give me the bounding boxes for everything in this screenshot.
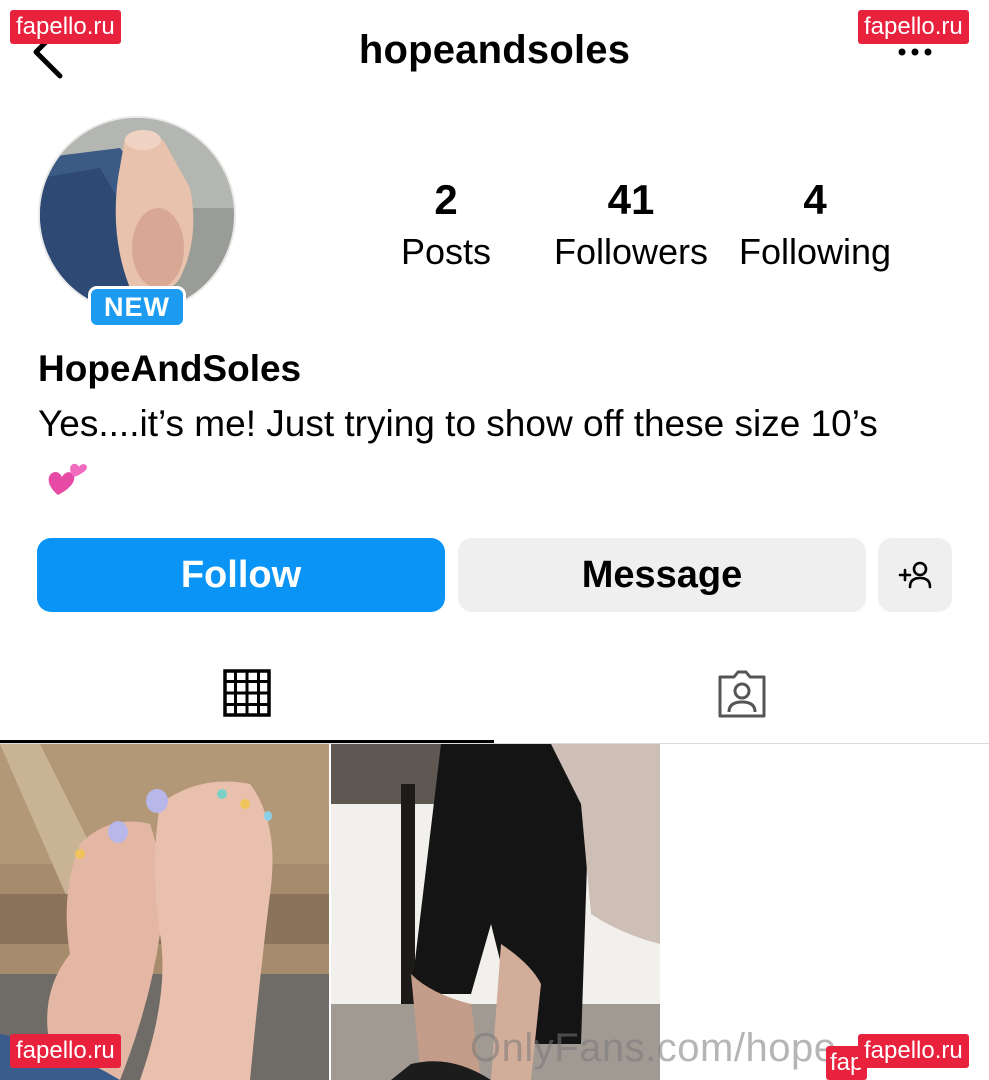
follow-button[interactable]: Follow bbox=[37, 538, 445, 612]
stat-posts[interactable]: 2 Posts bbox=[346, 172, 546, 276]
stat-posts-value: 2 bbox=[434, 176, 458, 223]
onlyfans-watermark: OnlyFans.com/hope... bbox=[470, 1026, 872, 1070]
bio-text: Yes....it’s me! Just trying to show off … bbox=[38, 403, 878, 444]
new-badge: NEW bbox=[88, 286, 186, 328]
stat-followers-value: 41 bbox=[607, 176, 655, 223]
tab-tagged[interactable] bbox=[494, 650, 988, 743]
stat-following-label: Following bbox=[738, 231, 892, 272]
stat-posts-label: Posts bbox=[400, 231, 492, 272]
grid-icon bbox=[223, 669, 271, 717]
profile-tabs bbox=[0, 650, 989, 744]
stat-following[interactable]: 4 Following bbox=[715, 172, 915, 276]
bio: Yes....it’s me! Just trying to show off … bbox=[38, 398, 938, 502]
site-watermark: fapello.ru bbox=[858, 10, 969, 44]
post-thumbnail[interactable] bbox=[0, 744, 329, 1080]
tagged-person-icon bbox=[718, 670, 766, 718]
profile-stats: 2 Posts 41 Followers 4 Following bbox=[0, 172, 989, 282]
stat-followers-label: Followers bbox=[553, 231, 709, 272]
add-user-icon bbox=[898, 561, 932, 589]
message-button[interactable]: Message bbox=[458, 538, 866, 612]
tab-posts-grid[interactable] bbox=[0, 650, 494, 743]
site-watermark: fapello.ru bbox=[858, 1034, 969, 1068]
stat-followers[interactable]: 41 Followers bbox=[531, 172, 731, 276]
profile-header: hopeandsoles bbox=[0, 0, 989, 105]
site-watermark: fapello.ru bbox=[10, 10, 121, 44]
stat-following-value: 4 bbox=[803, 176, 827, 223]
profile-username: hopeandsoles bbox=[358, 28, 631, 72]
add-user-button[interactable] bbox=[878, 538, 952, 612]
display-name: HopeAndSoles bbox=[38, 348, 302, 389]
site-watermark: fapello.ru bbox=[10, 1034, 121, 1068]
follow-button-label: Follow bbox=[180, 554, 302, 596]
two-hearts-icon bbox=[48, 463, 87, 496]
